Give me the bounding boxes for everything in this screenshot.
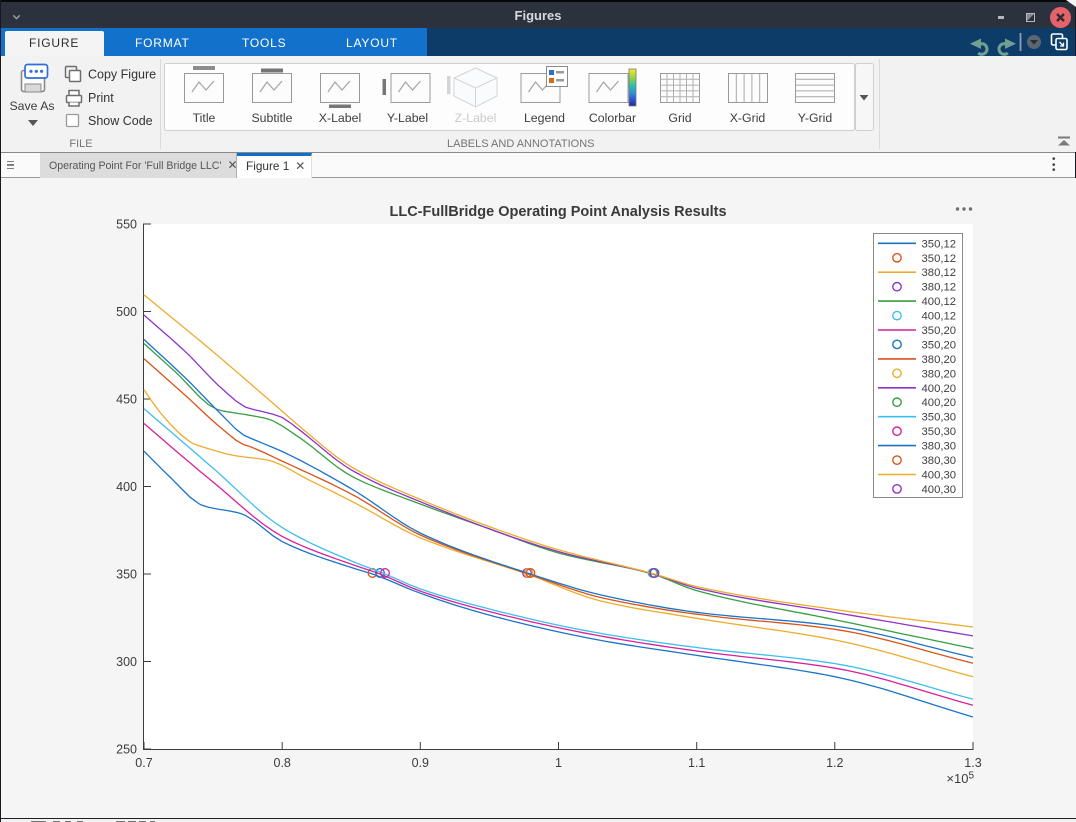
svg-text:Copy Figure: Copy Figure (88, 68, 156, 82)
svg-text:400,12: 400,12 (922, 296, 957, 308)
svg-text:400,30: 400,30 (922, 470, 957, 482)
svg-text:Title: Title (193, 111, 216, 125)
svg-text:350,12: 350,12 (922, 238, 957, 250)
svg-text:Grid: Grid (668, 111, 691, 125)
svg-text:1.3: 1.3 (964, 756, 981, 770)
svg-text:1.2: 1.2 (826, 756, 843, 770)
svg-text:Y-Label: Y-Label (387, 111, 428, 125)
svg-text:380,20: 380,20 (922, 368, 957, 380)
svg-text:400,20: 400,20 (922, 397, 957, 409)
svg-text:0.8: 0.8 (274, 756, 291, 770)
svg-text:1.1: 1.1 (688, 756, 705, 770)
svg-text:350,20: 350,20 (922, 339, 957, 351)
svg-text:300: 300 (116, 655, 137, 669)
svg-text:X-Label: X-Label (319, 111, 361, 125)
svg-text:Save As: Save As (9, 99, 54, 113)
svg-text:380,20: 380,20 (922, 354, 957, 366)
svg-text:0.9: 0.9 (412, 756, 429, 770)
svg-text:Print: Print (88, 91, 114, 105)
svg-text:X-Grid: X-Grid (730, 111, 766, 125)
svg-text:250: 250 (116, 743, 137, 757)
svg-text:400: 400 (116, 480, 137, 494)
svg-text:Legend: Legend (524, 111, 565, 125)
svg-text:LLC-FullBridge Operating Point: LLC-FullBridge Operating Point Analysis … (389, 204, 726, 220)
svg-text:350,30: 350,30 (922, 426, 957, 438)
svg-text:500: 500 (116, 305, 137, 319)
svg-text:Colorbar: Colorbar (589, 111, 636, 125)
svg-text:450: 450 (116, 393, 137, 407)
svg-text:350,12: 350,12 (922, 253, 957, 265)
svg-text:350: 350 (116, 568, 137, 582)
svg-text:380,12: 380,12 (922, 282, 957, 294)
svg-text:400,12: 400,12 (922, 311, 957, 323)
svg-text:350,30: 350,30 (922, 412, 957, 424)
svg-text:400,30: 400,30 (922, 484, 957, 496)
svg-text:LABELS AND ANNOTATIONS: LABELS AND ANNOTATIONS (447, 138, 595, 150)
svg-text:Show Code: Show Code (88, 114, 153, 128)
svg-text:350,20: 350,20 (922, 325, 957, 337)
svg-text:380,30: 380,30 (922, 441, 957, 453)
svg-text:380,30: 380,30 (922, 455, 957, 467)
svg-text:Subtitle: Subtitle (251, 111, 292, 125)
svg-text:FILE: FILE (69, 138, 92, 150)
svg-text:Y-Grid: Y-Grid (798, 111, 833, 125)
svg-text:550: 550 (116, 218, 137, 232)
svg-text:1: 1 (555, 756, 562, 770)
svg-text:400,20: 400,20 (922, 383, 957, 395)
svg-text:Z-Label: Z-Label (455, 111, 497, 125)
svg-text:380,12: 380,12 (922, 267, 957, 279)
svg-text:0.7: 0.7 (135, 756, 152, 770)
